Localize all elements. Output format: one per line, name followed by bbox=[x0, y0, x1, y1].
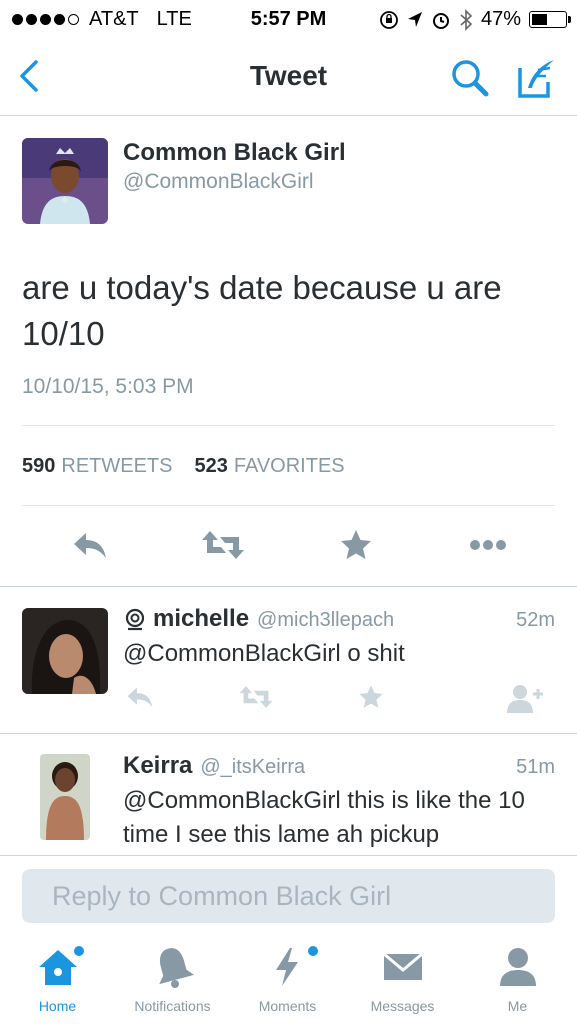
reply-author-name[interactable]: michelle bbox=[153, 605, 249, 633]
rotation-lock-icon bbox=[380, 10, 398, 29]
bluetooth-icon bbox=[460, 8, 473, 31]
reply-header: michelle @mich3llepach 52m bbox=[123, 605, 555, 633]
follow-icon bbox=[507, 685, 543, 713]
tab-bar: Home Notifications Moments Messages Me bbox=[0, 936, 577, 1024]
reply-bar: Reply to Common Black Girl bbox=[0, 856, 577, 936]
favorites-count[interactable]: 523 bbox=[195, 455, 228, 478]
retweets-label[interactable]: RETWEETS bbox=[61, 455, 172, 478]
bell-icon bbox=[158, 948, 194, 988]
follow-button[interactable] bbox=[505, 683, 545, 713]
battery-percent: 47% bbox=[480, 8, 521, 30]
reply-input[interactable]: Reply to Common Black Girl bbox=[22, 869, 555, 923]
reply-reply-button[interactable] bbox=[123, 683, 157, 711]
moments-badge bbox=[307, 946, 318, 956]
nav-bar: Tweet bbox=[0, 40, 577, 116]
reply-actions bbox=[123, 683, 563, 713]
tweet-stats: 590 RETWEETS 523 FAVORITES bbox=[22, 455, 345, 478]
reply-button[interactable] bbox=[70, 527, 110, 563]
reply-author-handle[interactable]: @mich3llepach bbox=[257, 609, 394, 632]
battery-icon bbox=[529, 11, 571, 28]
tab-home[interactable]: Home bbox=[0, 942, 115, 1022]
reply-tweet[interactable]: Keirra @_itsKeirra 51m @CommonBlackGirl … bbox=[0, 734, 577, 856]
tab-me[interactable]: Me bbox=[460, 942, 575, 1022]
tweet-actions bbox=[0, 517, 577, 577]
retweet-icon bbox=[202, 531, 244, 559]
favorite-button[interactable] bbox=[338, 527, 378, 563]
home-badge bbox=[73, 946, 84, 956]
reply-author-handle[interactable]: @_itsKeirra bbox=[200, 756, 305, 779]
retweet-button[interactable] bbox=[200, 527, 246, 563]
divider bbox=[22, 425, 555, 426]
author-handle[interactable]: @CommonBlackGirl bbox=[123, 170, 314, 194]
reply-tweet[interactable]: michelle @mich3llepach 52m @CommonBlackG… bbox=[0, 587, 577, 734]
search-icon bbox=[452, 60, 489, 97]
compose-button[interactable] bbox=[512, 54, 560, 102]
author-name[interactable]: Common Black Girl bbox=[123, 139, 346, 167]
reply-text: @CommonBlackGirl this is like the 10 tim… bbox=[123, 787, 525, 848]
reply-time: 51m bbox=[516, 756, 555, 778]
retweet-icon bbox=[239, 686, 273, 708]
tab-label: Me bbox=[507, 998, 528, 1014]
favorites-label[interactable]: FAVORITES bbox=[234, 455, 345, 478]
main-tweet: Common Black Girl @CommonBlackGirl are u… bbox=[0, 117, 577, 587]
tab-label: Messages bbox=[370, 998, 435, 1014]
reply-avatar[interactable] bbox=[22, 608, 108, 694]
reply-text: @CommonBlackGirl o shit bbox=[123, 640, 405, 667]
tab-messages[interactable]: Messages bbox=[345, 942, 460, 1022]
search-button[interactable] bbox=[448, 56, 492, 100]
reply-header: Keirra @_itsKeirra 51m bbox=[123, 752, 555, 780]
tab-label: Notifications bbox=[134, 998, 211, 1014]
retweets-count[interactable]: 590 bbox=[22, 455, 55, 478]
compose-icon bbox=[518, 60, 554, 98]
envelope-icon bbox=[382, 952, 423, 980]
tab-moments[interactable]: Moments bbox=[230, 942, 345, 1022]
reply-favorite-button[interactable] bbox=[357, 683, 391, 711]
tab-label: Moments bbox=[258, 998, 317, 1014]
lightning-icon bbox=[275, 948, 298, 986]
status-right: 47% bbox=[379, 8, 571, 31]
reply-author-name[interactable]: Keirra bbox=[123, 752, 192, 780]
star-icon bbox=[341, 530, 371, 559]
reply-icon bbox=[74, 533, 106, 558]
divider bbox=[22, 505, 555, 506]
star-icon bbox=[359, 685, 383, 708]
tweet-timestamp: 10/10/15, 5:03 PM bbox=[22, 375, 194, 398]
reply-retweet-button[interactable] bbox=[237, 683, 275, 711]
person-icon bbox=[499, 948, 536, 986]
tab-label: Home bbox=[38, 998, 77, 1014]
reply-time: 52m bbox=[516, 609, 555, 631]
more-icon bbox=[470, 540, 506, 550]
protected-account-icon bbox=[125, 608, 145, 631]
reply-avatar[interactable] bbox=[40, 754, 90, 840]
tweet-text: are u today's date because u are 10/10 bbox=[22, 269, 502, 352]
more-button[interactable] bbox=[468, 527, 508, 563]
alarm-icon bbox=[432, 12, 449, 29]
tab-notifications[interactable]: Notifications bbox=[115, 942, 230, 1022]
status-bar: AT&T LTE 5:57 PM 47% bbox=[0, 0, 577, 40]
author-avatar[interactable] bbox=[22, 138, 108, 224]
reply-icon bbox=[127, 687, 153, 708]
location-icon bbox=[407, 11, 422, 27]
